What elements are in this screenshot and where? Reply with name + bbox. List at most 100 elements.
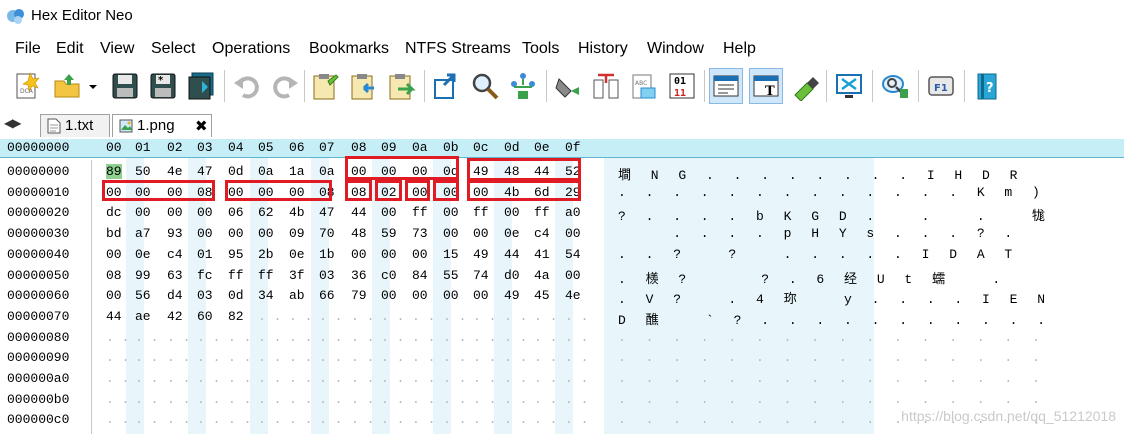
close-tab-icon[interactable]: ✖ xyxy=(195,117,208,135)
empty-byte[interactable]: . . xyxy=(319,371,342,386)
empty-byte[interactable]: . . xyxy=(534,392,557,407)
structure-icon[interactable] xyxy=(506,68,540,104)
empty-byte[interactable]: . . xyxy=(197,412,220,427)
text-row[interactable]: D 醮 ` ? . . . . . . . . . . . xyxy=(618,309,1051,328)
hex-byte[interactable]: a7 xyxy=(135,226,151,241)
empty-byte[interactable]: . . xyxy=(197,350,220,365)
hex-byte[interactable]: 00 xyxy=(473,226,489,241)
empty-byte[interactable]: . . xyxy=(412,371,435,386)
hex-byte[interactable]: 62 xyxy=(258,205,274,220)
empty-byte[interactable]: . . xyxy=(167,371,190,386)
hex-byte[interactable]: 08 xyxy=(106,268,122,283)
compare-icon[interactable] xyxy=(589,68,623,104)
hex-byte[interactable]: 00 xyxy=(228,226,244,241)
hex-byte[interactable]: 55 xyxy=(443,268,459,283)
text-row[interactable]: . . . . . . . . . . . . . K m ) xyxy=(618,185,1046,200)
empty-byte[interactable]: . . xyxy=(228,392,251,407)
hex-byte[interactable]: 44 xyxy=(504,247,520,262)
empty-byte[interactable]: . . xyxy=(228,412,251,427)
hex-byte[interactable]: 00 xyxy=(473,288,489,303)
hex-byte[interactable]: 09 xyxy=(289,226,305,241)
hex-byte[interactable]: ab xyxy=(289,288,305,303)
hex-byte[interactable]: 84 xyxy=(412,268,428,283)
hex-byte[interactable]: 00 xyxy=(106,288,122,303)
help-balloon-icon[interactable] xyxy=(878,68,912,104)
hex-byte[interactable]: 00 xyxy=(443,205,459,220)
empty-byte[interactable]: . . xyxy=(258,309,281,324)
hex-byte[interactable]: 01 xyxy=(197,247,213,262)
hex-byte[interactable]: 00 xyxy=(135,205,151,220)
hex-byte[interactable]: bd xyxy=(106,226,122,241)
hex-byte[interactable]: 89 xyxy=(106,164,122,179)
hex-byte[interactable]: 73 xyxy=(412,226,428,241)
hex-byte[interactable]: c4 xyxy=(534,226,550,241)
hex-editor-pane[interactable]: 00000000 00 01 02 03 04 05 06 07 08 09 0a 0b 0c 0d 0e 0… xyxy=(0,137,1124,434)
empty-byte[interactable]: . . xyxy=(319,330,342,345)
empty-byte[interactable]: . . xyxy=(534,309,557,324)
copy-icon[interactable] xyxy=(308,68,342,104)
menu-select[interactable]: Select xyxy=(151,40,195,58)
empty-byte[interactable]: . . xyxy=(197,371,220,386)
patterns-icon[interactable]: ABC xyxy=(627,68,661,104)
empty-byte[interactable]: . . xyxy=(473,412,496,427)
empty-byte[interactable]: . . xyxy=(135,350,158,365)
text-row[interactable]: . . . . . . . . . . . . . . . . xyxy=(618,371,1046,386)
hex-byte[interactable]: 82 xyxy=(228,309,244,324)
hex-byte[interactable]: 56 xyxy=(135,288,151,303)
empty-byte[interactable]: . . xyxy=(319,309,342,324)
hex-byte[interactable]: 4b xyxy=(289,205,305,220)
hex-byte[interactable]: d4 xyxy=(167,288,183,303)
hex-byte[interactable]: 59 xyxy=(381,226,397,241)
empty-byte[interactable]: . . xyxy=(167,350,190,365)
hex-byte[interactable]: 0e xyxy=(289,247,305,262)
empty-byte[interactable]: . . xyxy=(443,350,466,365)
hex-byte[interactable]: c0 xyxy=(381,268,397,283)
hex-byte[interactable]: 36 xyxy=(351,268,367,283)
menu-history[interactable]: History xyxy=(578,40,628,58)
hex-byte[interactable]: 60 xyxy=(197,309,213,324)
empty-byte[interactable]: . . xyxy=(228,350,251,365)
save-icon[interactable] xyxy=(108,68,142,104)
text-row[interactable]: . . . . . . . . . . . . . . . . xyxy=(618,392,1046,407)
text-row[interactable]: . . . . p H Y s . . . ? . xyxy=(618,226,1018,241)
hex-byte[interactable]: 00 xyxy=(351,247,367,262)
empty-byte[interactable]: . . xyxy=(443,330,466,345)
hex-byte[interactable]: 1b xyxy=(319,247,335,262)
empty-byte[interactable]: . . xyxy=(351,412,374,427)
text-row[interactable]: . . . . . . . . . . . . . . . . xyxy=(618,350,1046,365)
open-file-icon[interactable] xyxy=(50,68,84,104)
hex-byte[interactable]: ae xyxy=(135,309,151,324)
hex-byte[interactable]: 48 xyxy=(351,226,367,241)
empty-byte[interactable]: . . xyxy=(565,350,588,365)
menu-ntfs-streams[interactable]: NTFS Streams xyxy=(405,40,511,58)
text-row[interactable]: 墹 N G . . . . . . . . I H D R xyxy=(618,164,1023,183)
hex-byte[interactable]: dc xyxy=(106,205,122,220)
hex-byte[interactable]: 4e xyxy=(565,288,581,303)
hex-byte[interactable]: 06 xyxy=(228,205,244,220)
empty-byte[interactable]: . . xyxy=(351,309,374,324)
hex-byte[interactable]: d0 xyxy=(504,268,520,283)
hex-byte[interactable]: 47 xyxy=(197,164,213,179)
empty-byte[interactable]: . . xyxy=(443,309,466,324)
open-dropdown-icon[interactable] xyxy=(86,68,100,104)
empty-byte[interactable]: . . xyxy=(565,412,588,427)
hex-byte[interactable]: 00 xyxy=(504,205,520,220)
empty-byte[interactable]: . . xyxy=(504,371,527,386)
hex-byte[interactable]: 44 xyxy=(106,309,122,324)
empty-byte[interactable]: . . xyxy=(381,330,404,345)
hex-byte[interactable]: 79 xyxy=(351,288,367,303)
text-row[interactable]: . 檨 ? ? . 6 经 U t 蠕 . xyxy=(618,268,1006,287)
hex-byte[interactable]: 00 xyxy=(197,205,213,220)
empty-byte[interactable]: . . xyxy=(381,412,404,427)
empty-byte[interactable]: . . xyxy=(289,412,312,427)
empty-byte[interactable]: . . xyxy=(565,309,588,324)
hex-byte[interactable]: 70 xyxy=(319,226,335,241)
hex-byte[interactable]: 00 xyxy=(443,288,459,303)
empty-byte[interactable]: . . xyxy=(258,371,281,386)
empty-byte[interactable]: . . xyxy=(135,412,158,427)
highlight-icon[interactable] xyxy=(788,68,822,104)
hex-byte[interactable]: 50 xyxy=(135,164,151,179)
hex-byte[interactable]: 4e xyxy=(167,164,183,179)
menu-operations[interactable]: Operations xyxy=(212,40,290,58)
fill-icon[interactable] xyxy=(551,68,585,104)
